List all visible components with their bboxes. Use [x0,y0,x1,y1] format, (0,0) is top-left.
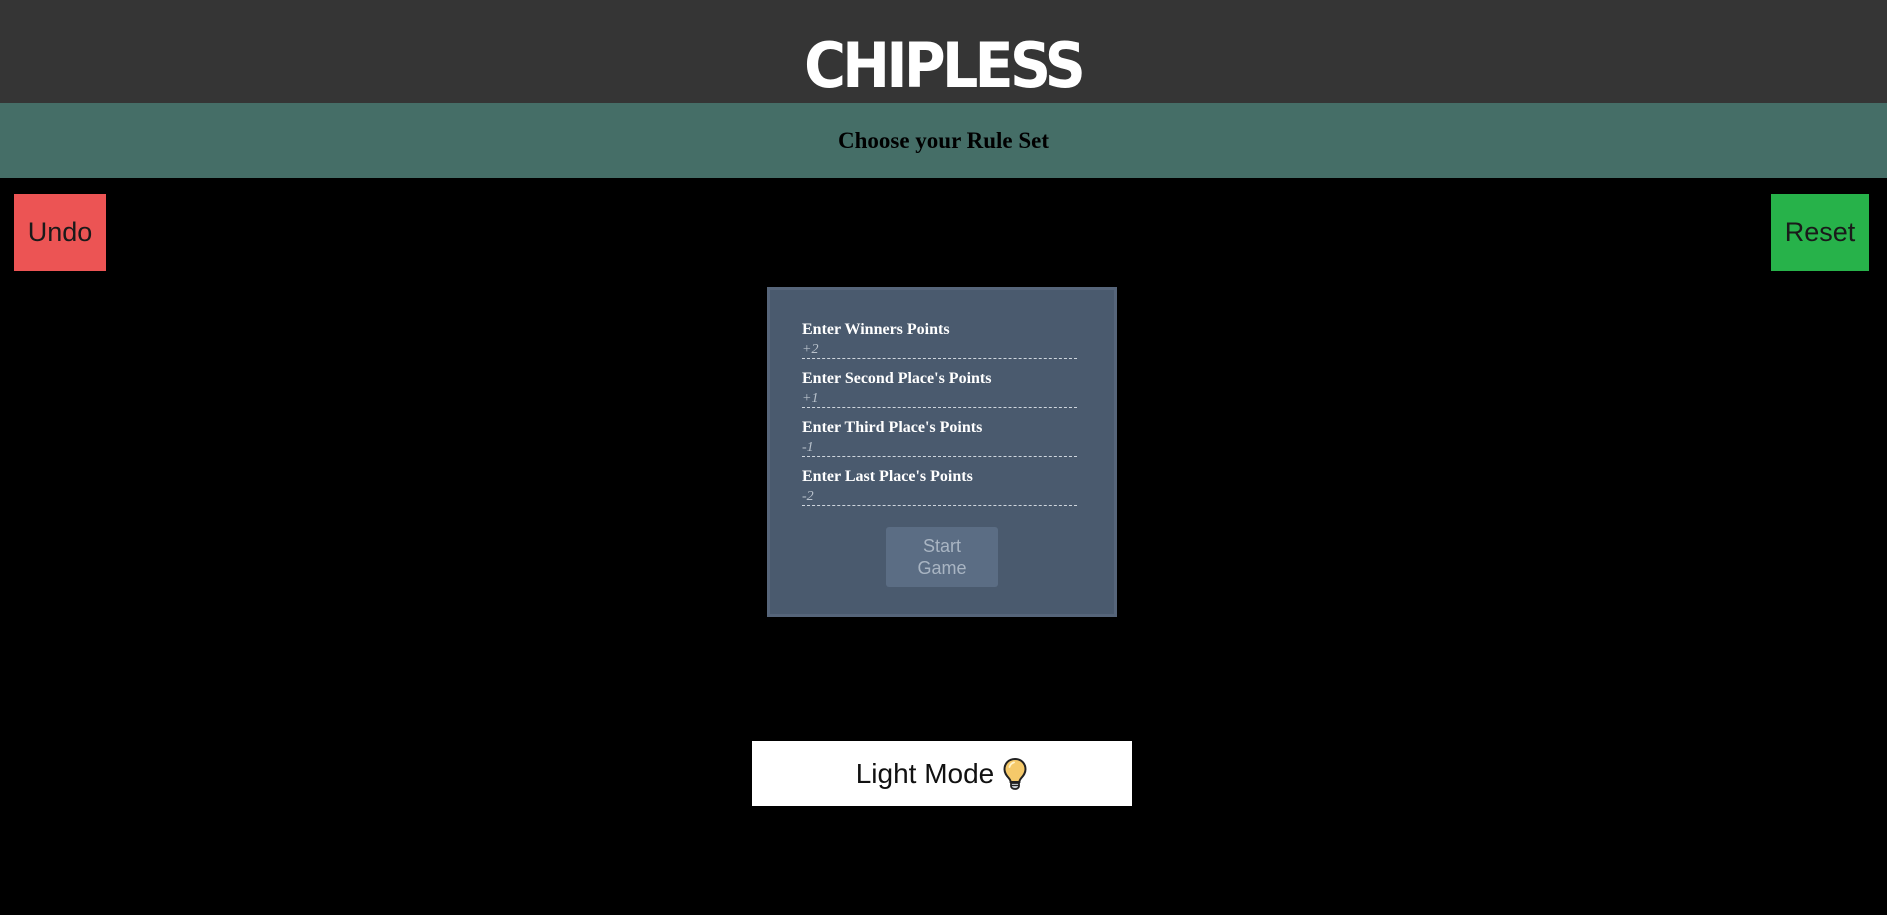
third-place-points-label: Enter Third Place's Points [802,419,983,436]
reset-button[interactable]: Reset [1771,194,1869,271]
last-place-points-input[interactable] [802,488,1077,506]
page-subtitle: Choose your Rule Set [837,127,1050,153]
light-mode-toggle[interactable]: Light Mode [752,741,1132,806]
subtitle-bar: Choose your Rule Set [0,103,1887,178]
lightbulb-icon [1002,757,1028,791]
last-place-points-field: Enter Last Place's Points [802,468,1077,506]
second-place-points-field: Enter Second Place's Points [802,370,1077,408]
app-root: CHIPLESS Choose your Rule Set Undo Reset… [0,0,1887,915]
ruleset-form: Enter Winners Points Enter Second Place'… [767,287,1117,617]
third-place-points-input[interactable] [802,439,1077,457]
third-place-points-field: Enter Third Place's Points [802,419,1077,457]
winners-points-field: Enter Winners Points [802,321,1077,359]
app-logo: CHIPLESS [804,28,1086,102]
light-mode-label: Light Mode [855,757,995,789]
top-bar: CHIPLESS [0,0,1887,103]
second-place-points-label: Enter Second Place's Points [802,370,992,387]
winners-points-label: Enter Winners Points [802,321,950,338]
start-game-button[interactable]: Start Game [886,527,998,587]
second-place-points-input[interactable] [802,390,1077,408]
last-place-points-label: Enter Last Place's Points [802,468,973,485]
winners-points-input[interactable] [802,341,1077,359]
undo-button[interactable]: Undo [14,194,106,271]
